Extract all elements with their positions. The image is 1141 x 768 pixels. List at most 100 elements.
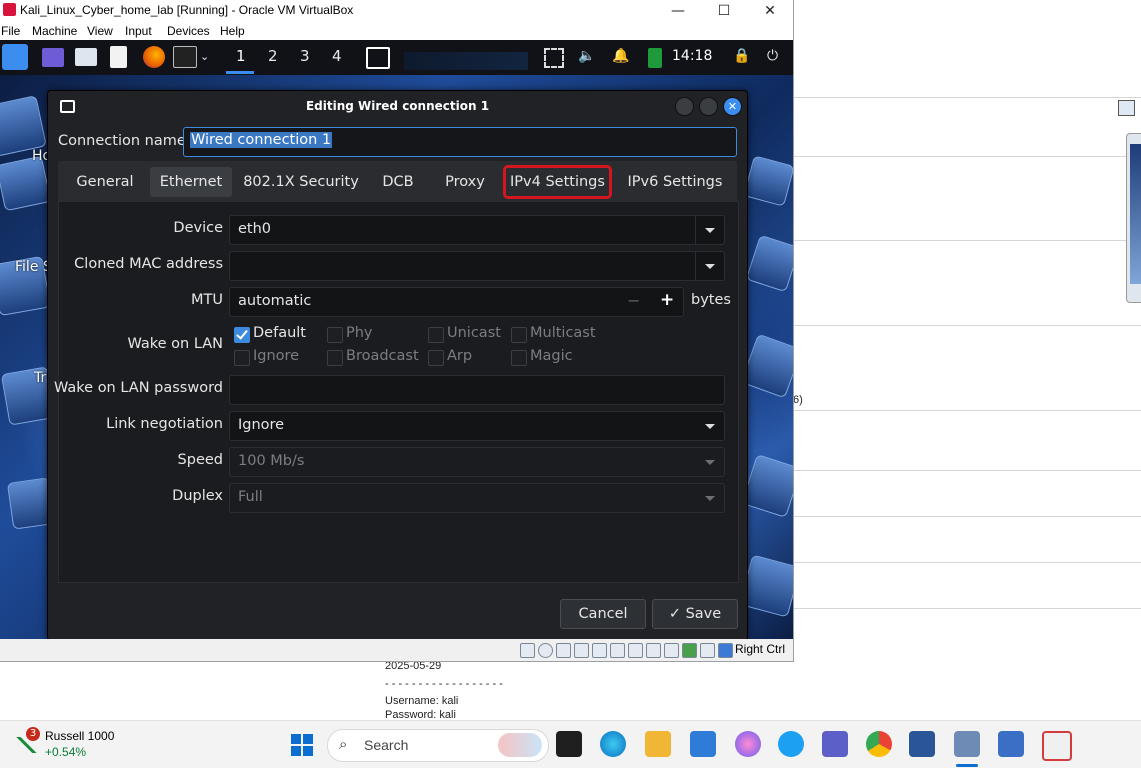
firefox-icon[interactable] (143, 46, 165, 68)
chevron-down-icon (696, 484, 724, 512)
window-icon[interactable] (1118, 100, 1135, 116)
teams-icon[interactable] (822, 731, 848, 757)
cpu-icon[interactable] (700, 643, 715, 658)
window-task-icon[interactable] (366, 47, 390, 69)
chevron-down-icon[interactable] (696, 412, 724, 440)
workspace-2[interactable]: 2 (268, 47, 278, 65)
mtu-spinbutton[interactable]: automatic − + (229, 287, 684, 317)
wol-multicast-checkbox[interactable] (511, 327, 527, 343)
menu-view[interactable]: View (87, 24, 113, 38)
cancel-button[interactable]: Cancel (560, 599, 646, 629)
kali-menu-icon[interactable] (2, 44, 28, 70)
wol-multicast-label: Multicast (530, 325, 596, 341)
menu-devices[interactable]: Devices (167, 24, 210, 38)
maximize-circle-button[interactable] (699, 97, 718, 116)
dialog-header: Editing Wired connection 1 ✕ (48, 91, 747, 123)
workspace-1[interactable]: 1 (236, 47, 246, 65)
menu-machine[interactable]: Machine (32, 24, 77, 38)
windows-start-icon[interactable] (291, 734, 313, 756)
volume-icon[interactable]: 🔈 (578, 48, 595, 64)
optical-drive-icon[interactable] (538, 643, 553, 658)
tab-ipv4-settings[interactable]: IPv4 Settings (503, 165, 612, 199)
save-button[interactable]: ✓ Save (652, 599, 738, 629)
workspace-3[interactable]: 3 (300, 47, 310, 65)
windows-taskbar: 3 Russell 1000 +0.54% ⌕ Search (0, 720, 1141, 768)
duplex-select[interactable]: Full (229, 483, 725, 513)
wol-magic-checkbox[interactable] (511, 350, 527, 366)
battery-icon[interactable] (648, 48, 662, 68)
cloned-mac-combo[interactable] (229, 251, 725, 281)
desktop-trash-label[interactable]: Tr (34, 370, 46, 386)
show-desktop-icon[interactable] (42, 48, 64, 67)
wol-phy-checkbox[interactable] (327, 327, 343, 343)
speed-value: 100 Mb/s (238, 453, 305, 469)
shared-folders-icon[interactable] (610, 643, 625, 658)
chevron-down-icon[interactable] (695, 216, 724, 244)
wol-broadcast-label: Broadcast (346, 348, 419, 364)
wol-arp-checkbox[interactable] (428, 350, 444, 366)
network-icon[interactable] (574, 643, 589, 658)
wol-broadcast-checkbox[interactable] (327, 350, 343, 366)
mtu-decrement-button[interactable]: − (627, 291, 640, 310)
taskbar-search-box[interactable]: ⌕ Search (327, 729, 549, 762)
workspace-4[interactable]: 4 (332, 47, 342, 65)
file-manager-icon[interactable] (75, 48, 97, 66)
connection-name-input[interactable]: Wired connection 1 (183, 127, 737, 157)
file-explorer-icon[interactable] (645, 731, 671, 757)
display-icon[interactable] (628, 643, 643, 658)
wol-phy-label: Phy (346, 325, 373, 341)
menu-help[interactable]: Help (220, 24, 245, 38)
speed-select[interactable]: 100 Mb/s (229, 447, 725, 477)
tab-proxy[interactable]: Proxy (434, 167, 496, 197)
edge-icon[interactable] (600, 731, 626, 757)
notepad-icon[interactable] (998, 731, 1024, 757)
lock-icon[interactable]: 🔒 (733, 48, 750, 64)
hard-disk-icon[interactable] (520, 643, 535, 658)
audio-icon[interactable] (556, 643, 571, 658)
speed-label: Speed (177, 452, 223, 468)
notifications-icon[interactable]: 🔔 (612, 48, 629, 64)
tab-ethernet[interactable]: Ethernet (150, 167, 232, 197)
wol-default-checkbox[interactable] (234, 327, 250, 343)
recording-icon[interactable] (646, 643, 661, 658)
menu-input[interactable]: Input (125, 24, 152, 38)
link-negotiation-select[interactable]: Ignore (229, 411, 725, 441)
chevron-down-icon[interactable] (695, 252, 724, 280)
text-editor-icon[interactable] (110, 46, 127, 68)
virtualbox-taskbar-icon[interactable] (909, 731, 935, 757)
panel-clock[interactable]: 14:18 (672, 48, 712, 64)
device-value: eth0 (238, 221, 272, 237)
dialog-close-button[interactable]: ✕ (723, 97, 742, 116)
chevron-down-icon[interactable]: ⌄ (200, 50, 209, 63)
alexa-icon[interactable] (778, 731, 804, 757)
wol-unicast-checkbox[interactable] (428, 327, 444, 343)
guest-additions-icon[interactable] (682, 643, 697, 658)
usb-icon[interactable] (592, 643, 607, 658)
wol-arp-label: Arp (447, 348, 473, 364)
tab-8021x-security[interactable]: 802.1X Security (240, 167, 362, 197)
store-icon[interactable] (690, 731, 716, 757)
tab-ipv6-settings[interactable]: IPv6 Settings (622, 167, 728, 197)
screenshot-icon[interactable] (544, 48, 564, 68)
minimize-button[interactable]: — (655, 0, 701, 22)
task-view-icon[interactable] (556, 731, 582, 757)
tab-dcb[interactable]: DCB (374, 167, 422, 197)
mtu-increment-button[interactable]: + (660, 290, 674, 310)
active-app-icon[interactable] (954, 731, 980, 757)
logout-icon[interactable]: ⏻ (767, 48, 778, 64)
capture-icon[interactable] (664, 643, 679, 658)
tab-general[interactable]: General (69, 167, 141, 197)
device-combo[interactable]: eth0 (229, 215, 725, 245)
menu-file[interactable]: File (1, 24, 20, 38)
wol-password-input[interactable] (229, 375, 725, 405)
terminal-icon[interactable] (173, 46, 197, 68)
chrome-icon[interactable] (866, 731, 892, 757)
wol-ignore-checkbox[interactable] (234, 350, 250, 366)
mouse-integration-icon[interactable] (718, 643, 733, 658)
minimize-circle-button[interactable] (675, 97, 694, 116)
snipping-tool-icon[interactable] (1042, 731, 1072, 761)
maximize-button[interactable]: ☐ (701, 0, 747, 22)
stock-name[interactable]: Russell 1000 (45, 729, 114, 743)
close-button[interactable]: ✕ (747, 0, 793, 22)
copilot-icon[interactable] (735, 731, 761, 757)
